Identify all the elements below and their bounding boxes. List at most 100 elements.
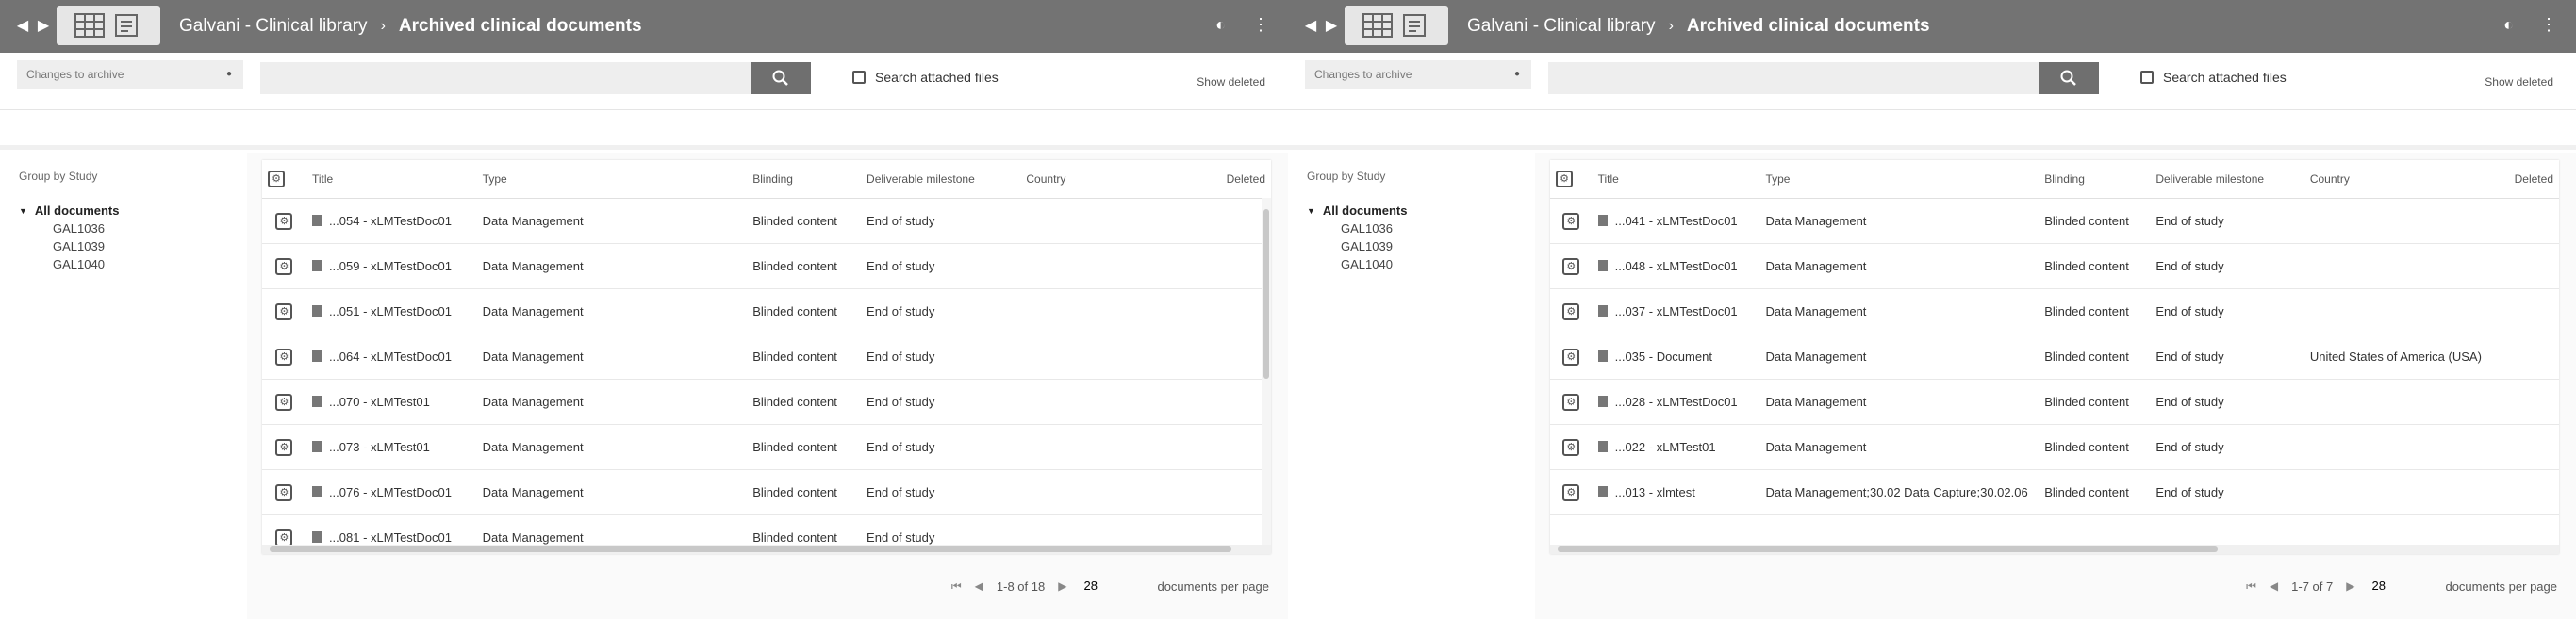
row-settings-icon[interactable]: ⚙ [1562, 438, 1580, 456]
row-settings-cell[interactable]: ⚙ [262, 198, 306, 244]
search-button[interactable] [2039, 62, 2099, 94]
column-header-type[interactable]: Type [1759, 160, 2039, 199]
table-row[interactable]: ⚙ ...041 - xLMTestDoc01 Data Management … [1550, 198, 2559, 244]
search-attached-toggle[interactable]: Search attached files [852, 70, 999, 85]
row-settings-cell[interactable]: ⚙ [1550, 243, 1593, 289]
row-settings-cell[interactable]: ⚙ [262, 469, 306, 515]
table-row[interactable]: ⚙ ...048 - xLMTestDoc01 Data Management … [1550, 243, 2559, 289]
search-input[interactable] [260, 62, 751, 94]
cell-title[interactable]: ...022 - xLMTest01 [1592, 424, 1760, 470]
show-deleted-toggle[interactable]: Show deleted [1197, 75, 1265, 89]
changes-to-archive-dropdown[interactable]: Changes to archive ● [1305, 60, 1531, 89]
row-settings-icon[interactable]: ⚙ [1562, 257, 1580, 275]
table-row[interactable]: ⚙ ...070 - xLMTest01 Data Management Bli… [262, 379, 1271, 425]
cell-title[interactable]: ...073 - xLMTest01 [305, 424, 477, 470]
group-by-selector[interactable]: Group by Study [1307, 170, 1385, 183]
tree-node[interactable]: GAL1039 [19, 239, 120, 253]
tree-node[interactable]: GAL1039 [1307, 239, 1408, 253]
row-settings-cell[interactable]: ⚙ [262, 288, 306, 334]
row-settings-cell[interactable]: ⚙ [262, 379, 306, 425]
row-settings-icon[interactable]: ⚙ [275, 348, 293, 366]
help-icon[interactable]: ◐ [1215, 15, 1226, 35]
first-page-icon[interactable]: ⏮ [951, 579, 962, 594]
row-settings-cell[interactable]: ⚙ [1550, 469, 1593, 515]
prev-page-icon[interactable]: ◀ [975, 579, 983, 593]
table-row[interactable]: ⚙ ...028 - xLMTestDoc01 Data Management … [1550, 379, 2559, 425]
search-attached-toggle[interactable]: Search attached files [2140, 70, 2287, 85]
cell-title[interactable]: ...051 - xLMTestDoc01 [305, 288, 477, 334]
column-header-deleted[interactable]: Deleted [1220, 160, 1271, 199]
tree-node[interactable]: GAL1040 [1307, 257, 1408, 271]
cell-title[interactable]: ...037 - xLMTestDoc01 [1592, 288, 1760, 334]
table-row[interactable]: ⚙ ...059 - xLMTestDoc01 Data Management … [262, 243, 1271, 289]
app-logo[interactable] [1345, 6, 1448, 45]
tree-node[interactable]: GAL1036 [1307, 221, 1408, 236]
gear-icon[interactable]: ⚙ [1556, 171, 1573, 187]
cell-title[interactable]: ...054 - xLMTestDoc01 [305, 198, 477, 244]
table-row[interactable]: ⚙ ...013 - xlmtest Data Management;30.02… [1550, 469, 2559, 515]
table-row[interactable]: ⚙ ...054 - xLMTestDoc01 Data Management … [262, 198, 1271, 244]
breadcrumb-root[interactable]: Galvani - Clinical library [1467, 16, 1656, 37]
column-header-milestone[interactable]: Deliverable milestone [861, 160, 1021, 199]
row-settings-icon[interactable]: ⚙ [275, 257, 293, 275]
gear-icon[interactable]: ⚙ [268, 171, 285, 187]
cell-title[interactable]: ...041 - xLMTestDoc01 [1592, 198, 1760, 244]
table-row[interactable]: ⚙ ...022 - xLMTest01 Data Management Bli… [1550, 424, 2559, 470]
horizontal-scrollbar[interactable] [1550, 545, 2559, 554]
row-settings-icon[interactable]: ⚙ [1562, 212, 1580, 230]
row-settings-cell[interactable]: ⚙ [1550, 288, 1593, 334]
changes-to-archive-dropdown[interactable]: Changes to archive ● [17, 60, 243, 89]
back-icon[interactable]: ◀ [13, 17, 32, 36]
row-settings-icon[interactable]: ⚙ [275, 529, 293, 546]
back-icon[interactable]: ◀ [1301, 17, 1320, 36]
column-header-deleted[interactable]: Deleted [2508, 160, 2559, 199]
caret-down-icon[interactable]: ▼ [19, 206, 27, 216]
column-header-blinding[interactable]: Blinding [747, 160, 862, 199]
breadcrumb-root[interactable]: Galvani - Clinical library [179, 16, 368, 37]
table-row[interactable]: ⚙ ...037 - xLMTestDoc01 Data Management … [1550, 288, 2559, 334]
table-row[interactable]: ⚙ ...076 - xLMTestDoc01 Data Management … [262, 469, 1271, 515]
row-settings-cell[interactable]: ⚙ [1550, 424, 1593, 470]
row-settings-cell[interactable]: ⚙ [262, 424, 306, 470]
column-header-country[interactable]: Country [2304, 160, 2509, 199]
row-settings-cell[interactable]: ⚙ [262, 334, 306, 380]
table-row[interactable]: ⚙ ...051 - xLMTestDoc01 Data Management … [262, 288, 1271, 334]
caret-down-icon[interactable]: ▼ [1307, 206, 1315, 216]
forward-icon[interactable]: ▶ [1322, 17, 1341, 36]
row-settings-icon[interactable]: ⚙ [275, 302, 293, 320]
scroll-thumb[interactable] [1558, 546, 2218, 552]
row-settings-icon[interactable]: ⚙ [275, 212, 293, 230]
cell-title[interactable]: ...048 - xLMTestDoc01 [1592, 243, 1760, 289]
row-settings-cell[interactable]: ⚙ [1550, 334, 1593, 380]
cell-title[interactable]: ...035 - Document [1592, 334, 1760, 380]
vertical-scrollbar[interactable] [1262, 198, 1271, 545]
per-page-input[interactable] [2368, 577, 2433, 595]
row-settings-cell[interactable]: ⚙ [1550, 198, 1593, 244]
row-settings-icon[interactable]: ⚙ [275, 393, 293, 411]
search-input[interactable] [1548, 62, 2039, 94]
help-icon[interactable]: ◐ [2503, 15, 2514, 35]
per-page-input[interactable] [1080, 577, 1145, 595]
cell-title[interactable]: ...070 - xLMTest01 [305, 379, 477, 425]
row-settings-icon[interactable]: ⚙ [1562, 302, 1580, 320]
cell-title[interactable]: ...013 - xlmtest [1592, 469, 1760, 515]
row-settings-icon[interactable]: ⚙ [275, 483, 293, 501]
row-settings-icon[interactable]: ⚙ [1562, 348, 1580, 366]
more-vert-icon[interactable]: ⋮ [2540, 15, 2557, 35]
row-settings-icon[interactable]: ⚙ [275, 438, 293, 456]
row-settings-cell[interactable]: ⚙ [262, 243, 306, 289]
column-settings-header[interactable]: ⚙ [1550, 160, 1593, 199]
column-settings-header[interactable]: ⚙ [262, 160, 306, 199]
app-logo[interactable] [57, 6, 160, 45]
first-page-icon[interactable]: ⏮ [2246, 579, 2256, 594]
column-header-title[interactable]: Title [1592, 160, 1760, 199]
tree-node[interactable]: GAL1040 [19, 257, 120, 271]
prev-page-icon[interactable]: ◀ [2270, 579, 2278, 593]
row-settings-cell[interactable]: ⚙ [1550, 379, 1593, 425]
tree-root[interactable]: ▼ All documents [19, 204, 120, 218]
forward-icon[interactable]: ▶ [34, 17, 53, 36]
next-page-icon[interactable]: ▶ [2346, 579, 2354, 593]
table-row[interactable]: ⚙ ...035 - Document Data Management Blin… [1550, 334, 2559, 380]
table-row[interactable]: ⚙ ...073 - xLMTest01 Data Management Bli… [262, 424, 1271, 470]
checkbox-icon[interactable] [2140, 71, 2154, 84]
